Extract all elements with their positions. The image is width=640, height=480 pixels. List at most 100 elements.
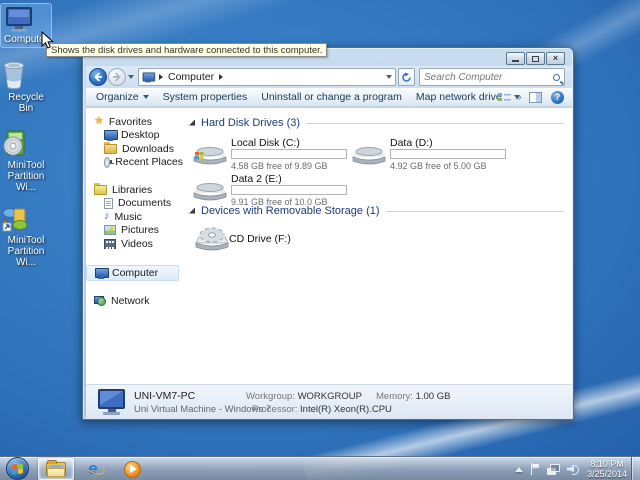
address-dropdown[interactable] [386, 75, 392, 79]
navigation-pane: ★ Favorites Desktop Downloads Recent Pla… [86, 108, 183, 384]
views-icon [498, 91, 511, 103]
group-header-hard-disk-drives[interactable]: Hard Disk Drives (3) [189, 115, 564, 130]
network-tray-icon[interactable] [546, 463, 560, 475]
uninstall-program-button[interactable]: Uninstall or change a program [261, 91, 402, 103]
show-desktop-button[interactable] [631, 457, 640, 480]
pictures-icon [104, 225, 116, 236]
breadcrumb-computer[interactable]: Computer [168, 71, 214, 83]
close-button[interactable]: × [546, 52, 565, 65]
search-box[interactable] [419, 68, 565, 86]
computer-icon [2, 6, 50, 32]
sidebar-item-pictures[interactable]: Pictures [86, 224, 183, 238]
minimize-button[interactable] [506, 52, 525, 65]
breadcrumb-separator-icon [159, 74, 163, 80]
drive-usage: 4.58 GB free of 9.89 GB [231, 161, 328, 171]
taskbar-button-explorer[interactable] [38, 458, 74, 480]
sidebar-item-computer[interactable]: Computer [86, 264, 179, 281]
computer-details-icon [94, 388, 128, 416]
drive-item-cd-f[interactable]: CD Drive (F:) [189, 223, 564, 259]
sidebar-item-videos[interactable]: Videos [86, 237, 183, 251]
minitool-installer-icon [0, 128, 52, 158]
forward-button[interactable] [108, 68, 126, 86]
command-bar: Organize System properties Uninstall or … [86, 88, 572, 107]
taskbar-button-media-player[interactable] [114, 458, 150, 480]
explorer-window: × Computer Search Computer Organize Syst… [82, 47, 574, 420]
search-input[interactable] [424, 71, 553, 83]
navigation-bar: Computer [86, 66, 572, 88]
desktop-icon [104, 130, 118, 142]
drive-item-d[interactable]: Data (D:) 4.92 GB free of 5.00 GB [352, 137, 512, 171]
explorer-folder-icon [46, 459, 66, 477]
sidebar-item-music[interactable]: ♪ Music [86, 210, 183, 224]
hard-drive-icon [193, 179, 227, 203]
collapse-triangle-icon [189, 119, 195, 126]
media-player-icon [123, 460, 141, 478]
hard-drive-icon [352, 143, 386, 167]
drive-usage: 9.91 GB free of 10.0 GB [231, 197, 328, 207]
sidebar-item-favorites[interactable]: ★ Favorites [86, 115, 183, 129]
computer-name: UNI-VM7-PC [134, 390, 196, 402]
minimize-icon [512, 60, 519, 62]
show-hidden-icons-button[interactable] [514, 466, 523, 472]
back-arrow-icon [94, 72, 102, 82]
capacity-bar [231, 149, 347, 159]
downloads-folder-icon [104, 141, 117, 154]
close-icon: × [552, 53, 559, 63]
sidebar-item-recent-places[interactable]: Recent Places [86, 156, 183, 170]
preview-pane-button[interactable] [529, 91, 542, 103]
desktop-icon-recycle-bin[interactable]: Recycle Bin [0, 58, 52, 114]
desktop: Computer Recycle Bin MiniTool Partition … [0, 0, 640, 480]
details-pane: UNI-VM7-PC Uni Virtual Machine - Windows… [86, 384, 572, 418]
recent-pages-dropdown[interactable] [128, 75, 134, 79]
computer-icon [95, 267, 109, 279]
processor-value: Intel(R) Xeon(R) CPU [300, 404, 392, 415]
sidebar-item-desktop[interactable]: Desktop [86, 129, 183, 143]
desktop-icon-label: Recycle Bin [8, 92, 44, 114]
star-icon: ★ [94, 115, 104, 128]
videos-icon [104, 238, 116, 249]
sidebar-item-downloads[interactable]: Downloads [86, 141, 183, 156]
refresh-button[interactable] [398, 68, 415, 86]
taskbar-button-internet-explorer[interactable]: e [78, 458, 114, 480]
recycle-bin-icon [0, 58, 52, 90]
items-view: Hard Disk Drives (3) Local Disk (C:) 4.5… [183, 108, 572, 384]
drive-name: Data 2 (E:) [231, 173, 282, 185]
window-content: ★ Favorites Desktop Downloads Recent Pla… [86, 108, 572, 384]
help-button[interactable]: ? [551, 90, 564, 104]
drive-item-e[interactable]: Data 2 (E:) 9.91 GB free of 10.0 GB [193, 173, 353, 207]
back-button[interactable] [89, 68, 107, 86]
chevron-down-icon [514, 95, 520, 99]
mouse-cursor [41, 31, 54, 50]
system-properties-button[interactable]: System properties [163, 91, 248, 103]
action-center-icon[interactable] [530, 463, 540, 475]
internet-explorer-icon: e [84, 460, 107, 478]
organize-button[interactable]: Organize [96, 91, 149, 103]
sidebar-item-documents[interactable]: Documents [86, 197, 183, 211]
start-button[interactable] [6, 457, 29, 480]
sidebar-item-network[interactable]: Network [86, 295, 183, 309]
desktop-icon-label: MiniTool Partition Wi... [7, 160, 45, 193]
clock-date: 3/25/2014 [586, 469, 627, 479]
desktop-icon-minitool-app[interactable]: MiniTool Partition Wi... [0, 203, 52, 268]
computer-description: Uni Virtual Machine - Windows 7 [134, 404, 272, 415]
change-view-button[interactable] [498, 91, 520, 103]
drive-usage: 4.92 GB free of 5.00 GB [390, 161, 487, 171]
map-network-drive-button[interactable]: Map network drive [416, 91, 502, 103]
taskbar-clock[interactable]: 8:10 PM 3/25/2014 [587, 459, 627, 480]
drive-name: CD Drive (F:) [229, 233, 291, 245]
taskbar: e 8:10 PM 3/25/2014 [0, 456, 640, 480]
minitool-app-icon [0, 203, 52, 233]
clock-time: 8:10 PM [590, 458, 624, 469]
volume-icon[interactable] [567, 464, 580, 475]
address-bar[interactable]: Computer [138, 68, 396, 86]
drive-item-c[interactable]: Local Disk (C:) 4.58 GB free of 9.89 GB [193, 137, 353, 171]
sidebar-item-libraries[interactable]: Libraries [86, 182, 183, 197]
desktop-icon-minitool-installer[interactable]: MiniTool Partition Wi... [0, 128, 52, 193]
network-icon [94, 296, 106, 307]
desktop-icon-label: MiniTool Partition Wi... [7, 235, 45, 268]
breadcrumb-separator-icon [219, 74, 224, 80]
recent-places-icon [104, 156, 114, 168]
maximize-button[interactable] [526, 52, 545, 65]
details-ellipsis: ... [364, 404, 372, 415]
memory-value: 1.00 GB [415, 391, 451, 402]
